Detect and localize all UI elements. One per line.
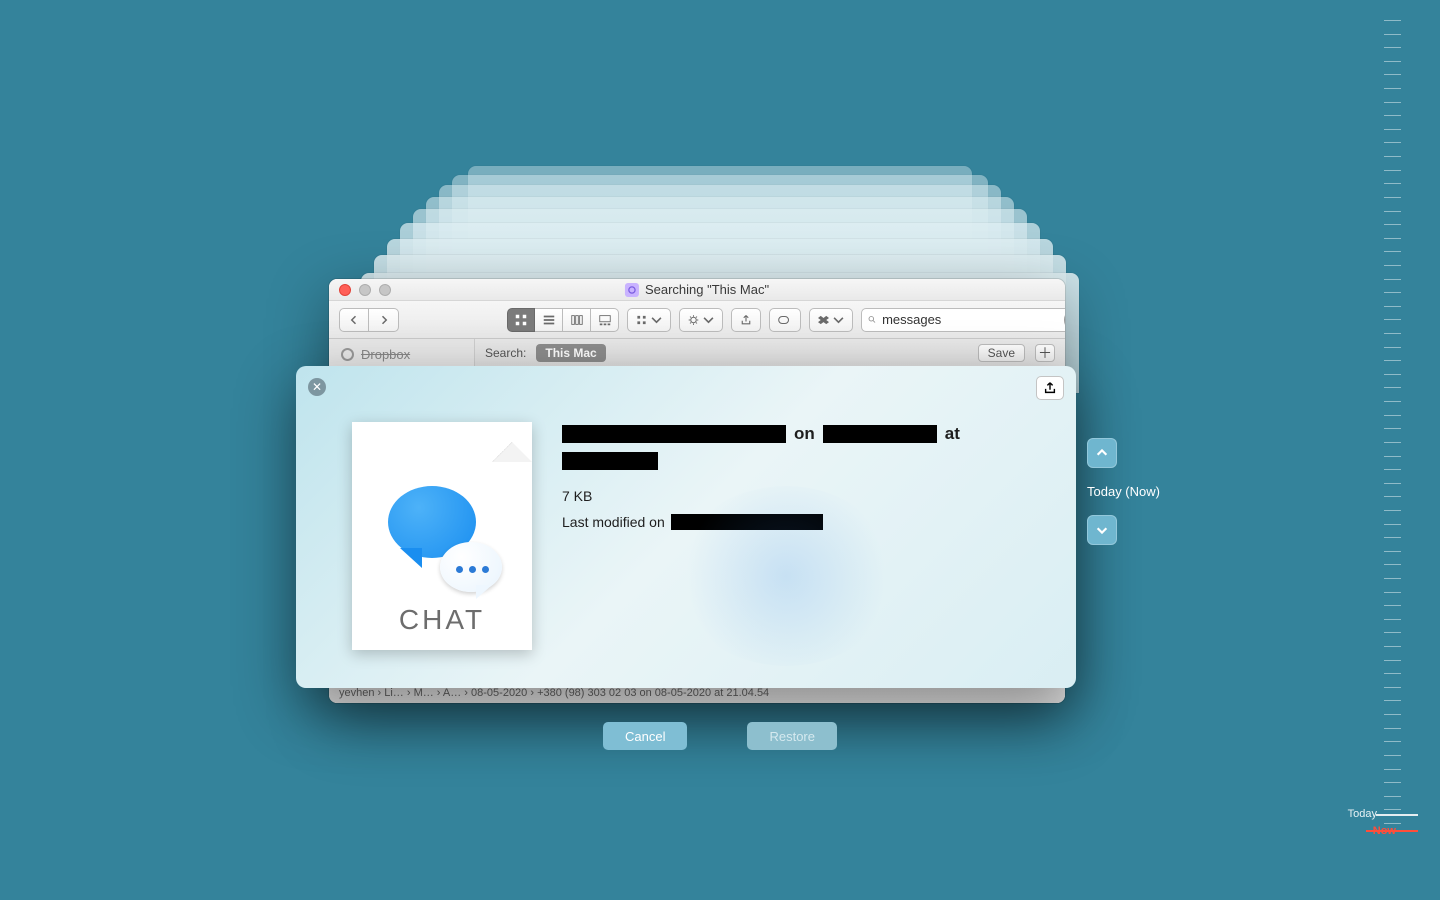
list-view-button[interactable] [535, 308, 563, 332]
chat-file-icon [382, 486, 502, 596]
timeline-nav: Today (Now) [1087, 438, 1160, 545]
file-type-label: CHAT [399, 604, 485, 636]
finder-toolbar: ✕ [329, 301, 1065, 339]
redacted-text [562, 425, 786, 443]
redacted-text [562, 452, 658, 470]
column-view-button[interactable] [563, 308, 591, 332]
minimize-window-button[interactable] [359, 284, 371, 296]
search-badge-icon [625, 283, 639, 297]
quicklook-panel: ✕ CHAT on at 7 KB Last modified on [296, 366, 1076, 688]
icon-view-button[interactable] [507, 308, 535, 332]
quicklook-info: on at 7 KB Last modified on [562, 380, 1062, 674]
share-button[interactable] [731, 308, 761, 332]
timeline-current-label: Today (Now) [1087, 480, 1160, 503]
tags-button[interactable] [769, 308, 801, 332]
file-size: 7 KB [562, 488, 1062, 504]
search-scope-this-mac[interactable]: This Mac [536, 344, 605, 362]
redacted-text [671, 514, 823, 530]
path-bar-text: yevhen › Li… › M… › A… › 08-05-2020 › +3… [339, 687, 769, 699]
window-title: Searching "This Mac" [625, 282, 769, 297]
search-input[interactable] [882, 312, 1058, 327]
timeline-now-marker [1366, 830, 1418, 832]
timeline-today-marker [1376, 814, 1418, 816]
action-buttons: Cancel Restore [603, 722, 837, 750]
window-controls [329, 284, 391, 296]
search-scope-bar: Search: This Mac Save ＋ [475, 339, 1065, 367]
file-thumbnail: CHAT [352, 422, 532, 650]
clear-search-button[interactable]: ✕ [1064, 312, 1065, 328]
quicklook-share-button[interactable] [1036, 376, 1064, 400]
quicklook-close-button[interactable]: ✕ [308, 378, 326, 396]
timeline-next-button[interactable] [1087, 515, 1117, 545]
forward-button[interactable] [369, 308, 399, 332]
search-field[interactable]: ✕ [861, 308, 1065, 332]
close-window-button[interactable] [339, 284, 351, 296]
dropbox-menu-button[interactable] [809, 308, 853, 332]
search-icon [868, 313, 876, 326]
search-scope-label: Search: [485, 346, 526, 360]
timeline-ruler[interactable] [1384, 20, 1401, 824]
gallery-view-button[interactable] [591, 308, 619, 332]
redacted-text [823, 425, 937, 443]
dropbox-icon [341, 348, 354, 361]
zoom-window-button[interactable] [379, 284, 391, 296]
sidebar-item-dropbox[interactable]: Dropbox [329, 345, 474, 364]
file-modified: Last modified on [562, 514, 1062, 530]
timeline-previous-button[interactable] [1087, 438, 1117, 468]
save-search-button[interactable]: Save [978, 344, 1025, 362]
view-mode-switch[interactable] [507, 308, 619, 332]
history-nav [339, 308, 399, 332]
file-title: on at [562, 424, 1062, 470]
group-by-button[interactable] [627, 308, 671, 332]
restore-button[interactable]: Restore [747, 722, 837, 750]
cancel-button[interactable]: Cancel [603, 722, 687, 750]
back-button[interactable] [339, 308, 369, 332]
add-search-criteria-button[interactable]: ＋ [1035, 344, 1055, 362]
timeline-today-label: Today [1348, 808, 1377, 820]
window-title-text: Searching "This Mac" [645, 282, 769, 297]
finder-titlebar: Searching "This Mac" [329, 279, 1065, 301]
action-menu-button[interactable] [679, 308, 723, 332]
